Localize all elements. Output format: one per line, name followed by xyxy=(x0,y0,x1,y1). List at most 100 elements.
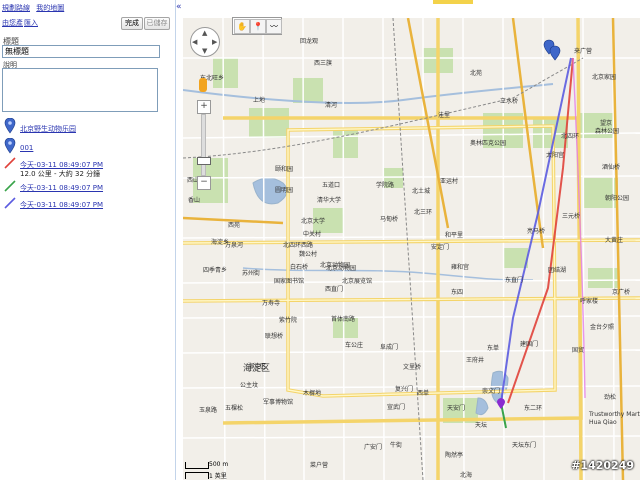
map-label: 洼里 xyxy=(438,112,451,119)
map-label: 国家图书馆 xyxy=(274,278,305,285)
placemark-icon xyxy=(4,118,16,134)
map-label: 金台夕照 xyxy=(590,324,615,331)
map-label: 阜成门 xyxy=(380,344,399,351)
my-maps-link[interactable]: 我的地圖 xyxy=(36,4,64,12)
placemark-tool-icon[interactable]: 📍 xyxy=(250,19,266,34)
map-canvas[interactable]: 来广营 北京家园 太阳宫 望京 北四环 森林公园 酒仙桥 朝阳公园 三元桥 大黄庄 亮马桥 团结湖 京广… xyxy=(183,18,640,480)
pan-up-icon[interactable]: ▲ xyxy=(202,29,207,37)
map-label: 朝阳公园 xyxy=(605,195,630,202)
item-title[interactable]: 今天-03-11 08:49:07 PM xyxy=(20,183,103,193)
map-label: 奥林匹克公园 xyxy=(470,140,507,147)
placemark-icon xyxy=(4,138,16,154)
map-label: 来广营 xyxy=(574,48,593,55)
map-label: 魏公村 xyxy=(299,251,318,258)
map-label: 北京大学 xyxy=(301,218,326,225)
map-label: Hua Qiao xyxy=(589,419,617,426)
map-label: 建国门 xyxy=(520,341,539,348)
blue-line-icon xyxy=(4,197,16,209)
import-link[interactable]: 匯入 xyxy=(24,18,38,28)
map-label: 立水桥 xyxy=(500,98,519,105)
map-label: 军事博物馆 xyxy=(263,399,294,406)
street-view-pegman-icon[interactable] xyxy=(199,78,207,92)
map-label: 大黄庄 xyxy=(605,237,624,244)
map-label: 菜户营 xyxy=(310,462,329,469)
map-label: 陶然亭 xyxy=(445,452,464,459)
map-label: 北京展览馆 xyxy=(342,278,373,285)
map-label: 清华大学 xyxy=(317,197,342,204)
item-title[interactable]: 001 xyxy=(20,144,33,152)
map-label: 劲松 xyxy=(604,394,617,401)
saved-button[interactable]: 已儲存 xyxy=(144,17,170,30)
map-label: 五道口 xyxy=(322,182,341,189)
map-label: 宣武门 xyxy=(387,404,406,411)
map-label: 中关村 xyxy=(303,231,322,238)
map-label: 广安门 xyxy=(364,444,383,451)
item-title[interactable]: 北京野生动物乐园 xyxy=(20,124,76,134)
map-label: 牛街 xyxy=(390,442,403,449)
map-label: 京广桥 xyxy=(612,289,631,296)
map-label: 文里桥 xyxy=(403,364,422,371)
map-label: 西三旗 xyxy=(314,60,333,67)
top-links: 規劃路線 我的地圖 xyxy=(2,3,68,13)
left-panel: 規劃路線 我的地圖 由您產 匯入 完成 已儲存 標題 無標題 說明 北京野生动物… xyxy=(0,0,176,480)
map-label: 和平里 xyxy=(445,232,464,239)
map-label: 圆明园 xyxy=(275,187,294,194)
map-label: 北苑 xyxy=(470,70,483,77)
map-label: 北四环西路 xyxy=(283,242,314,249)
map-label: 国贸 xyxy=(572,347,585,354)
directions-link[interactable]: 規劃路線 xyxy=(2,4,30,12)
pan-control[interactable]: ▲ ▼ ◀ ▶ xyxy=(190,27,220,57)
line-tool-icon[interactable]: 〰 xyxy=(266,19,282,34)
hand-tool-icon[interactable]: ✋ xyxy=(234,19,250,34)
map-label: 北土城 xyxy=(412,188,431,195)
pan-left-icon[interactable]: ◀ xyxy=(192,38,197,46)
map-label: 王府井 xyxy=(466,357,485,364)
zoom-control: + − xyxy=(197,100,211,190)
map-label: 海淀乡 xyxy=(211,239,230,246)
map-label: 天坛 xyxy=(475,422,488,429)
edit-toolbar: 由您產 匯入 完成 已儲存 xyxy=(0,15,175,30)
zoom-in-button[interactable]: + xyxy=(197,100,211,114)
map-label: 北四环 xyxy=(561,133,580,140)
red-line-icon xyxy=(4,157,16,169)
pan-down-icon[interactable]: ▼ xyxy=(202,47,207,55)
map-label: 亮马桥 xyxy=(527,228,546,235)
map-label: 团结湖 xyxy=(548,267,567,274)
map-label: 四季青乡 xyxy=(203,267,228,274)
done-button[interactable]: 完成 xyxy=(121,17,143,30)
scale-bar: 500 m 1 英里 xyxy=(185,460,245,480)
map-label: 西苑 xyxy=(228,222,241,229)
map-label: 上地 xyxy=(253,97,266,104)
map-label: 玉泉路 xyxy=(199,407,218,414)
scale-imperial: 1 英里 xyxy=(209,473,227,480)
map-tool-bar: ✋ 📍 〰 xyxy=(232,17,282,35)
zoom-slider-thumb[interactable] xyxy=(197,157,211,166)
map-label: 三元桥 xyxy=(562,213,581,220)
map-label: 白石桥 xyxy=(290,264,309,271)
title-input[interactable]: 無標題 xyxy=(2,45,160,58)
map-label: Trustworthy Mart xyxy=(589,411,640,418)
zoom-slider-track[interactable] xyxy=(201,114,206,176)
map-label: 颐和园 xyxy=(275,166,294,173)
map-label: 学院路 xyxy=(376,182,395,189)
map-label: 北京家园 xyxy=(592,74,617,81)
map-label: 公主坟 xyxy=(240,382,259,389)
map-base xyxy=(183,18,640,480)
pan-right-icon[interactable]: ▶ xyxy=(212,38,217,46)
map-label: 万寿寺 xyxy=(262,300,281,307)
map-label: 马甸桥 xyxy=(380,216,399,223)
green-line-icon xyxy=(4,180,16,192)
map-label: 天安门 xyxy=(447,405,466,412)
collapse-panel-icon[interactable]: « xyxy=(176,2,182,12)
item-subtitle: 12.0 公里 - 大約 32 分鐘 xyxy=(20,170,101,178)
map-label: 北三环 xyxy=(414,209,433,216)
description-input[interactable] xyxy=(2,68,158,112)
map-label: 崇文门 xyxy=(482,388,501,395)
map-label: 五棵松 xyxy=(225,405,244,412)
zoom-out-button[interactable]: − xyxy=(197,176,211,190)
item-title[interactable]: 今天-03-11 08:49:07 PM xyxy=(20,200,103,210)
map-label: 亚运村 xyxy=(440,178,459,185)
create-link[interactable]: 由您產 xyxy=(2,18,23,28)
placemark-icon xyxy=(543,39,561,61)
map-label: 太阳宫 xyxy=(546,152,565,159)
